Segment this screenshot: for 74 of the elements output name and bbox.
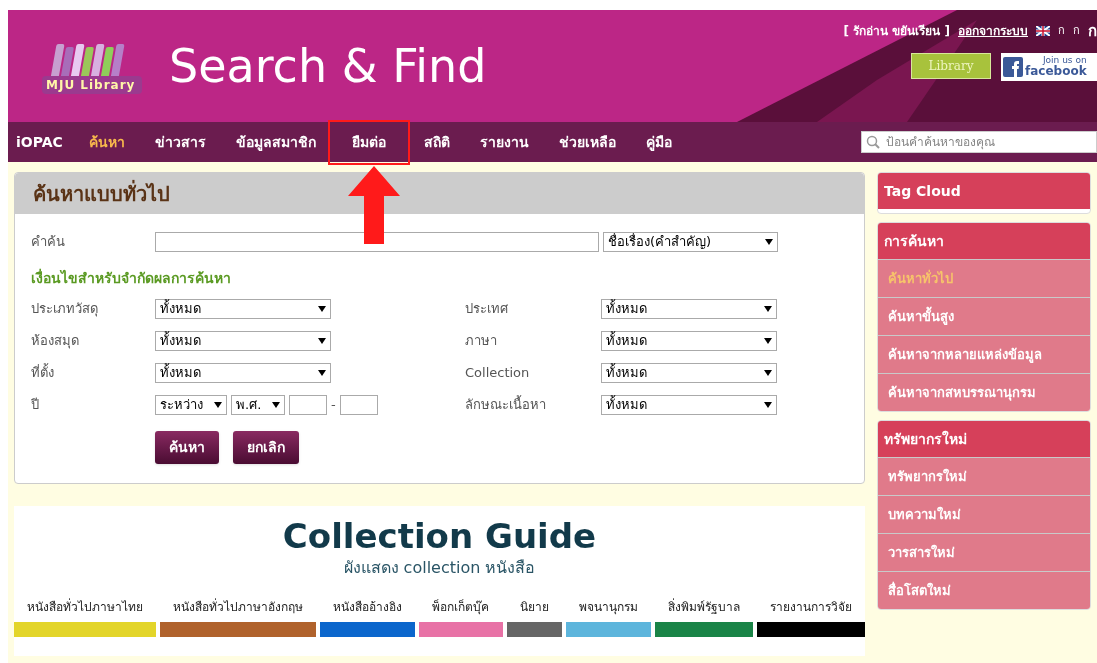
guide-subtitle: ผังแสดง collection หนังสือ (343, 557, 536, 579)
search-icon (866, 135, 880, 149)
cancel-button[interactable]: ยกเลิก (233, 431, 299, 464)
category-label: สิ่งพิมพ์รัฐบาล (667, 598, 740, 616)
nav-item[interactable]: รายงาน (477, 131, 531, 153)
field-label: ปี (31, 396, 40, 415)
sidebar-heading: ทรัพยากรใหม่ (878, 421, 1090, 457)
era-dropdown[interactable]: พ.ศ. (231, 395, 285, 415)
badge-note: Join us on (1042, 56, 1087, 65)
category-label: พ็อกเก็ตบุ๊ค (432, 598, 490, 616)
badge-text: facebook (1025, 65, 1087, 77)
field-dropdown[interactable]: ชื่อเรื่อง(คำสำคัญ) (603, 232, 778, 252)
search-field[interactable]: ป้อนคำค้นหาของคุณ (861, 131, 1097, 153)
category-label: หนังสืออ้างอิง (333, 599, 403, 616)
category-label: หนังสือทั่วไปภาษาไทย (27, 598, 144, 616)
filter-dropdown[interactable]: ทั้งหมด (601, 395, 777, 415)
caret-icon (764, 306, 772, 312)
caret-icon (214, 402, 222, 408)
field-label: ห้องสมุด (31, 332, 80, 351)
nav-item[interactable]: ค้นหา (86, 131, 127, 153)
facebook-badge[interactable]: Join us on facebook (1001, 52, 1097, 81)
font-size-link[interactable]: ก (1088, 20, 1097, 43)
field-label: ประเภทวัสดุ (31, 300, 99, 319)
field-label: ลักษณะเนื้อหา (465, 395, 547, 415)
year-field[interactable] (339, 395, 378, 415)
field-label: คำค้น (31, 233, 66, 252)
font-size-link[interactable]: ก (1058, 23, 1065, 40)
filter-dropdown[interactable]: ทั้งหมด (155, 331, 331, 351)
brand-label: iOPAC (16, 132, 63, 152)
caret-icon (318, 338, 326, 344)
field-label: ประเทศ (465, 300, 509, 319)
category-label: รายงานการวิจัย (769, 599, 852, 616)
logout-link[interactable]: ออกจากระบบ (958, 22, 1028, 41)
filter-dropdown[interactable]: ทั้งหมด (155, 363, 331, 383)
nav-item[interactable]: ยืมต่อ (349, 131, 388, 153)
field-label: ภาษา (465, 332, 498, 351)
category-label: นิยาย (519, 599, 549, 616)
filter-dropdown[interactable]: ทั้งหมด (155, 299, 331, 319)
filter-dropdown[interactable]: ทั้งหมด (601, 299, 777, 319)
conditions-title: เงื่อนไขสำหรับจำกัดผลการค้นหา (31, 268, 232, 288)
caret-icon (272, 402, 280, 408)
search-button[interactable]: ค้นหา (155, 431, 219, 464)
caret-icon (764, 370, 772, 376)
keyword-field[interactable] (155, 232, 599, 252)
page-title: Search & Find (169, 37, 487, 95)
uk-flag-icon[interactable] (1036, 26, 1050, 37)
category-label: หนังสือทั่วไปภาษาอังกฤษ (173, 598, 304, 616)
arrow-icon (348, 166, 400, 244)
logo-text: MJU Library (46, 77, 136, 94)
filter-dropdown[interactable]: ทั้งหมด (601, 363, 777, 383)
nav-item[interactable]: สถิติ (421, 131, 452, 153)
sidebar-heading: Tag Cloud (878, 173, 1090, 209)
field-label: ที่ตั้ง (31, 363, 55, 383)
range-separator: - (331, 396, 336, 415)
caret-icon (318, 370, 326, 376)
nav-item[interactable]: ช่วยเหลือ (556, 131, 618, 153)
caret-icon (764, 338, 772, 344)
panel-title: ค้นหาแบบทั่วไป (33, 179, 170, 208)
nav-item[interactable]: ข่าวสาร (152, 131, 208, 153)
user-greeting: [ รักอ่าน ขยันเรียน ] (843, 23, 950, 41)
year-field[interactable] (289, 395, 327, 415)
caret-icon (318, 306, 326, 312)
range-dropdown[interactable]: ระหว่าง (155, 395, 227, 415)
font-size-link[interactable]: ก (1073, 23, 1080, 40)
facebook-icon (1003, 56, 1023, 77)
caret-icon (765, 239, 773, 245)
nav-item[interactable]: คู่มือ (643, 131, 674, 153)
sidebar-heading: การค้นหา (878, 223, 1090, 259)
nav-item[interactable]: ข้อมูลสมาชิก (233, 131, 318, 153)
caret-icon (764, 402, 772, 408)
category-label: พจนานุกรม (578, 599, 638, 616)
field-label: Collection (465, 364, 531, 383)
filter-dropdown[interactable]: ทั้งหมด (601, 331, 777, 351)
guide-title: Collection Guide (282, 516, 597, 556)
